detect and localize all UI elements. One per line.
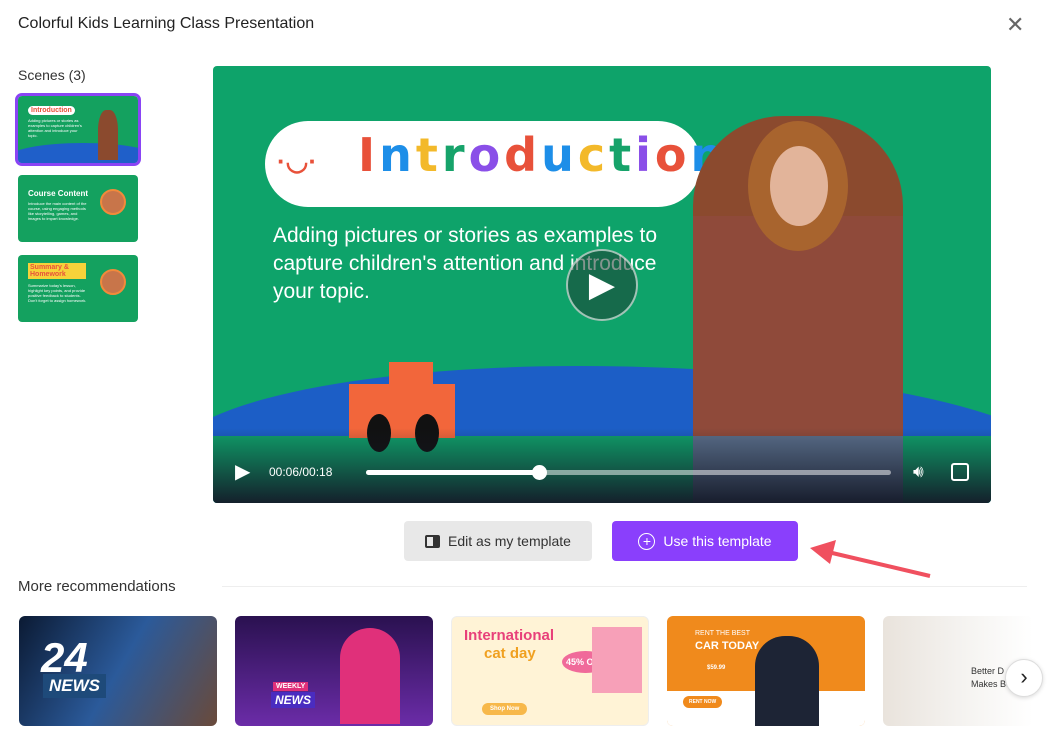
edit-template-label: Edit as my template bbox=[448, 533, 571, 549]
close-icon[interactable]: ✕ bbox=[1006, 12, 1024, 38]
recommendation-card[interactable]: International cat day 45% OFF Shop Now bbox=[451, 616, 649, 726]
scene-thumb-2[interactable]: Course Content Introduce the main conten… bbox=[18, 175, 138, 242]
scene-text: Summarize today's lesson, highlight key … bbox=[28, 283, 87, 303]
card-text: RENT THE BEST bbox=[695, 630, 750, 637]
scene-thumb-1[interactable]: Introduction Adding pictures or stories … bbox=[15, 93, 141, 166]
cat-photo bbox=[592, 627, 642, 693]
recommendation-card[interactable]: RENT THE BEST CAR TODAY $59.99 RENT NOW bbox=[667, 616, 865, 726]
scene-title: Introduction bbox=[28, 106, 75, 115]
recommendations-label: More recommendations bbox=[18, 578, 176, 595]
scene-text: Adding pictures or stories as examples t… bbox=[28, 118, 82, 138]
caterpillar-face-icon: ·◡· bbox=[277, 146, 318, 176]
recommendation-card[interactable]: WEEKLY NEWS bbox=[235, 616, 433, 726]
scene-thumb-3[interactable]: Summary & Homework Summarize today's les… bbox=[18, 255, 138, 322]
fullscreen-icon[interactable] bbox=[951, 463, 969, 481]
recommendation-card[interactable]: 24 NEWS bbox=[19, 616, 217, 726]
card-text: Better D bbox=[971, 666, 1005, 676]
presenter-image bbox=[98, 110, 118, 160]
card-text: NEWS bbox=[43, 674, 106, 698]
card-price: $59.99 bbox=[707, 665, 726, 671]
progress-fill bbox=[366, 470, 540, 475]
annotation-arrow bbox=[810, 540, 931, 578]
card-button: Shop Now bbox=[482, 703, 528, 715]
volume-icon[interactable]: 🔊︎ bbox=[913, 462, 924, 482]
next-arrow-button[interactable]: › bbox=[1005, 659, 1043, 697]
scenes-label: Scenes (3) bbox=[18, 67, 86, 83]
card-text: NEWS bbox=[271, 692, 315, 708]
scene-text: Introduce the main content of the course… bbox=[28, 201, 87, 221]
presenter-image bbox=[340, 628, 400, 724]
time-readout: 00:06/00:18 bbox=[269, 465, 333, 479]
play-overlay-button[interactable]: ▶ bbox=[566, 249, 638, 321]
presenter-image bbox=[100, 269, 126, 295]
video-heading: Introduction bbox=[358, 128, 723, 182]
card-text: cat day bbox=[484, 645, 536, 662]
progress-slider[interactable] bbox=[366, 465, 891, 480]
scene-title: Summary & Homework bbox=[28, 263, 86, 279]
play-icon[interactable]: ▶ bbox=[235, 459, 250, 484]
scene-decoration bbox=[18, 143, 138, 163]
card-button: RENT NOW bbox=[683, 696, 723, 708]
use-template-label: Use this template bbox=[663, 533, 772, 549]
presenter-face bbox=[770, 146, 828, 226]
edit-template-button[interactable]: Edit as my template bbox=[404, 521, 592, 561]
card-text: CAR TODAY bbox=[695, 640, 760, 652]
card-text: International bbox=[464, 627, 555, 644]
divider bbox=[222, 586, 1027, 587]
dialog-title: Colorful Kids Learning Class Presentatio… bbox=[18, 15, 315, 32]
presenter-image bbox=[100, 189, 126, 215]
video-player[interactable]: ·◡· Introduction Adding pictures or stor… bbox=[213, 66, 991, 503]
scene-title: Course Content bbox=[28, 189, 88, 198]
presenter-image bbox=[755, 636, 819, 726]
edit-panel-icon bbox=[425, 534, 441, 548]
card-text: WEEKLY bbox=[273, 682, 309, 691]
plus-circle-icon: + bbox=[638, 532, 656, 550]
use-template-button[interactable]: + Use this template bbox=[612, 521, 798, 561]
